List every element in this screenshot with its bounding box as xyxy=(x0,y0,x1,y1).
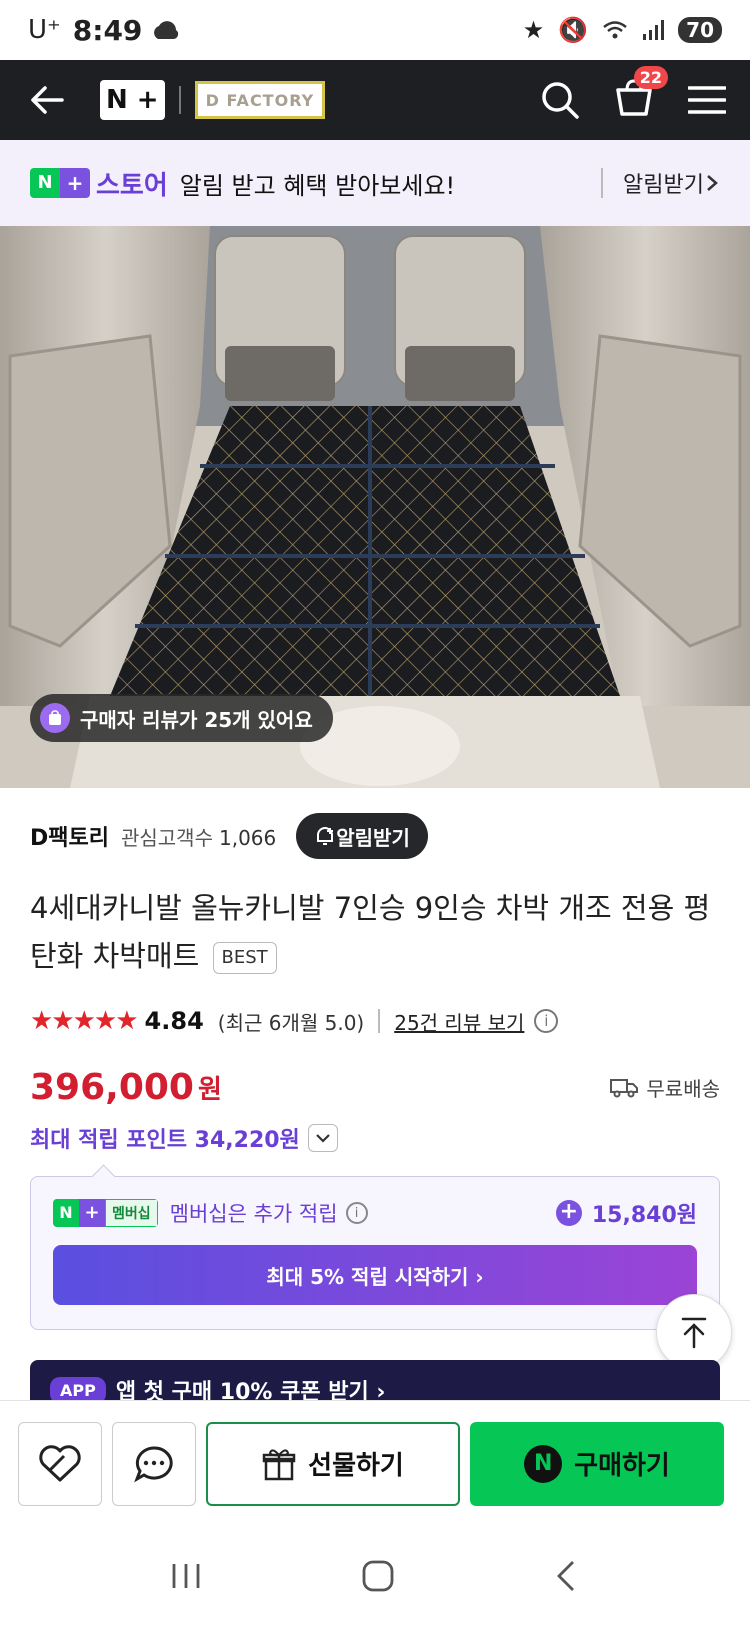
fans-label: 관심고객수 xyxy=(120,825,213,850)
subscribe-alarm-link[interactable]: 알림받기 xyxy=(601,168,720,198)
app-tag: APP xyxy=(50,1376,106,1400)
membership-points-value: 15,840원 xyxy=(591,1203,697,1228)
nplus-logo-text: N + xyxy=(106,85,159,115)
truck-icon xyxy=(610,1079,639,1098)
seller-alarm-button[interactable]: 알림받기 xyxy=(296,813,428,859)
back-nav-icon[interactable] xyxy=(553,1559,581,1593)
recent-rating: (최근 6개월 5.0) xyxy=(217,1010,365,1035)
app-coupon-text: 앱 첫 구매 10% 쿠폰 받기 › xyxy=(115,1380,386,1400)
price-row: 396,000 원 무료배송 xyxy=(30,1062,720,1112)
membership-info-icon[interactable]: i xyxy=(345,1202,368,1224)
chevron-right-icon xyxy=(707,175,718,191)
rating-value: 4.84 xyxy=(144,1007,204,1035)
seller-row: D팩토리 관심고객수 1,066 알림받기 xyxy=(30,812,720,860)
nplus-store-badge: N + xyxy=(30,168,90,198)
plus-circle-icon: + xyxy=(555,1200,582,1226)
search-icon[interactable] xyxy=(540,80,580,120)
chevron-down-icon xyxy=(316,1134,330,1143)
best-badge: BEST xyxy=(212,942,277,974)
buy-label: 구매하기 xyxy=(574,1451,670,1481)
price-value: 396,000 xyxy=(30,1066,194,1108)
membership-start-button[interactable]: 최대 5% 적립 시작하기 › xyxy=(53,1245,697,1305)
review-bag-icon xyxy=(40,703,70,733)
store-logo[interactable]: D FACTORY xyxy=(194,81,326,119)
signal-icon xyxy=(643,20,665,40)
badge-plus: + xyxy=(60,168,90,198)
menu-icon[interactable] xyxy=(688,85,726,115)
shipping-info: 무료배송 xyxy=(610,1073,720,1102)
app-coupon-banner[interactable]: APP 앱 첫 구매 10% 쿠폰 받기 › xyxy=(30,1360,720,1400)
chat-bubble-icon xyxy=(134,1445,173,1482)
status-icons: ★ 🔇 70 xyxy=(523,16,722,44)
arrow-left-icon xyxy=(31,86,64,114)
membership-badge-label: 멤버십 xyxy=(105,1199,158,1227)
product-title: 4세대카니발 올뉴카니발 7인승 9인승 차박 개조 전용 평탄화 차박매트 B… xyxy=(30,884,720,980)
rating-divider xyxy=(378,1009,381,1033)
max-points: 최대 적립 포인트 34,220원 xyxy=(30,1128,300,1153)
membership-badge-plus: + xyxy=(79,1199,105,1227)
gift-icon xyxy=(262,1448,296,1480)
wishlist-button[interactable] xyxy=(18,1421,102,1506)
back-button[interactable] xyxy=(24,77,70,123)
naverpay-n-icon: N xyxy=(524,1444,563,1483)
carrier-label: U⁺ xyxy=(28,15,61,45)
battery-icon: 70 xyxy=(678,17,722,43)
membership-badge-n: N xyxy=(53,1199,79,1227)
system-navigation-bar xyxy=(0,1526,750,1625)
gift-button[interactable]: 선물하기 xyxy=(206,1421,460,1506)
cloud-icon xyxy=(154,21,179,39)
bell-plus-icon xyxy=(317,827,334,845)
membership-box: N + 멤버십 멤버십은 추가 적립 i + 15,840원 최대 5% 적립 … xyxy=(30,1176,720,1330)
points-row: 최대 적립 포인트 34,220원 xyxy=(30,1120,338,1156)
product-title-text: 4세대카니발 올뉴카니발 7인승 9인승 차박 개조 전용 평탄화 차박매트 xyxy=(30,891,711,973)
subscribe-alarm-label: 알림받기 xyxy=(623,173,704,198)
recent-apps-icon[interactable] xyxy=(169,1561,203,1591)
gift-label: 선물하기 xyxy=(308,1451,404,1481)
rating-row: ★★★★★ 4.84 (최근 6개월 5.0) 25건 리뷰 보기 i xyxy=(30,1002,720,1040)
status-bar: U⁺ 8:49 ★ 🔇 70 xyxy=(0,0,750,60)
clock: 8:49 xyxy=(72,13,143,47)
membership-points: + 15,840원 xyxy=(555,1197,697,1229)
wifi-icon xyxy=(603,21,627,39)
shipping-label: 무료배송 xyxy=(646,1076,720,1101)
info-icon[interactable]: i xyxy=(534,1009,559,1033)
store-notification-banner: N + 스토어 알림 받고 혜택 받아보세요! 알림받기 xyxy=(0,140,750,226)
header-divider xyxy=(178,86,181,114)
arrow-up-icon xyxy=(681,1317,707,1349)
nplus-logo[interactable]: N + xyxy=(100,80,165,120)
cart-button[interactable]: 22 xyxy=(614,66,668,122)
app-header: N + D FACTORY 22 xyxy=(0,60,750,140)
seller-name[interactable]: D팩토리 xyxy=(30,820,109,852)
membership-badge: N + 멤버십 xyxy=(53,1199,158,1227)
price-currency: 원 xyxy=(197,1074,222,1105)
cart-count-badge: 22 xyxy=(633,66,668,89)
badge-n: N xyxy=(30,168,60,198)
seller-alarm-label: 알림받기 xyxy=(336,825,410,850)
banner-message: 알림 받고 혜택 받아보세요! xyxy=(179,171,456,200)
product-image[interactable]: 구매자 리뷰가 25개 있어요 xyxy=(0,226,750,788)
home-icon[interactable] xyxy=(361,1559,395,1593)
star-rating-icon: ★★★★★ xyxy=(30,1006,139,1036)
review-count-text: 구매자 리뷰가 25개 있어요 xyxy=(80,707,313,732)
mute-icon: 🔇 xyxy=(558,16,589,44)
review-link[interactable]: 25건 리뷰 보기 xyxy=(394,1007,524,1036)
store-label: 스토어 xyxy=(96,170,168,201)
buy-button[interactable]: N 구매하기 xyxy=(470,1421,724,1506)
review-count-pill[interactable]: 구매자 리뷰가 25개 있어요 xyxy=(30,694,333,742)
fans-count: 관심고객수 1,066 xyxy=(121,822,276,851)
fans-number: 1,066 xyxy=(218,825,277,850)
points-expand-button[interactable] xyxy=(307,1124,338,1152)
membership-text: 멤버십은 추가 적립 xyxy=(169,1202,338,1226)
talk-button[interactable] xyxy=(112,1421,196,1506)
bottom-action-bar: 선물하기 N 구매하기 xyxy=(0,1400,750,1526)
star-icon: ★ xyxy=(522,16,545,44)
scroll-to-top-button[interactable] xyxy=(656,1294,732,1370)
heart-icon xyxy=(39,1444,81,1481)
store-logo-text: D FACTORY xyxy=(205,90,315,110)
